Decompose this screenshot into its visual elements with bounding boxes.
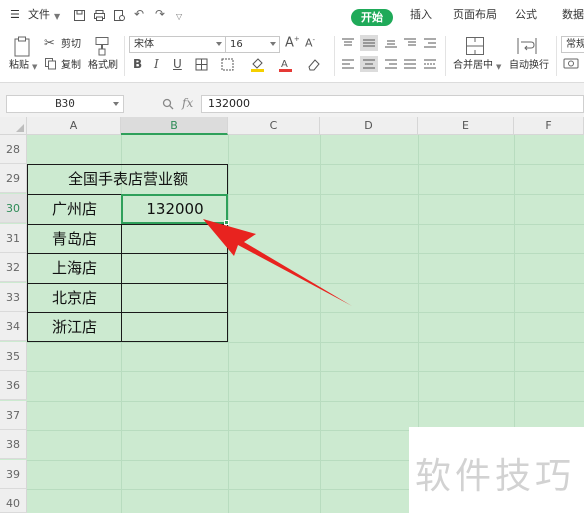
paste-label[interactable]: 粘贴: [9, 60, 29, 72]
insert-function-icon[interactable]: fx: [182, 96, 193, 110]
copy-label[interactable]: 复制: [61, 60, 81, 72]
font-color-icon[interactable]: A: [278, 57, 293, 72]
tab-home[interactable]: 开始: [351, 9, 393, 26]
font-size-chevron-icon: [270, 42, 276, 46]
font-size-select[interactable]: 16: [225, 36, 280, 53]
decrease-font-size-icon[interactable]: A-: [305, 36, 315, 50]
font-name-chevron-icon: [216, 42, 222, 46]
formula-input[interactable]: 132000: [201, 95, 584, 113]
font-name-select[interactable]: 宋体: [129, 36, 226, 53]
customize-toolbar-icon[interactable]: ▽: [176, 10, 182, 24]
align-center-icon[interactable]: [360, 56, 378, 72]
increase-font-size-icon[interactable]: A+: [285, 35, 300, 50]
cell-style-icon[interactable]: [221, 58, 234, 71]
align-left-icon[interactable]: [342, 59, 354, 69]
name-box-value: B30: [55, 97, 75, 110]
undo-icon[interactable]: ↶: [134, 7, 144, 21]
currency-format-icon[interactable]: [563, 57, 579, 70]
wrap-text-icon[interactable]: [516, 36, 538, 56]
align-middle-icon[interactable]: [360, 35, 378, 51]
copy-icon[interactable]: [44, 57, 57, 70]
fill-color-icon[interactable]: [250, 57, 265, 72]
indent-icon[interactable]: [424, 38, 436, 48]
tab-formulas[interactable]: 公式: [515, 8, 537, 22]
align-right-icon[interactable]: [385, 59, 397, 69]
tab-data[interactable]: 数据: [562, 8, 584, 22]
font-name-value: 宋体: [134, 39, 154, 50]
print-preview-icon[interactable]: [113, 9, 126, 22]
paste-icon[interactable]: [12, 36, 32, 58]
text-orientation-icon[interactable]: [404, 38, 416, 48]
spreadsheet-grid[interactable]: A B C D E F 28 29 30 31 32 33 34 35 36 3…: [0, 117, 584, 513]
file-menu-chevron-icon[interactable]: ▼: [54, 10, 60, 24]
italic-icon[interactable]: I: [154, 57, 159, 71]
tab-insert[interactable]: 插入: [410, 8, 432, 22]
borders-icon[interactable]: [195, 58, 208, 71]
ribbon-divider: [124, 36, 125, 76]
number-format-value: 常规: [566, 39, 584, 50]
redo-icon[interactable]: ↷: [155, 7, 165, 21]
menu-bar: ☰ 文件 ▼ ↶ ↷ ▽ 开始 插入 页面布局 公式 数据: [0, 0, 584, 30]
wrap-text-label[interactable]: 自动换行: [509, 60, 549, 72]
file-menu[interactable]: 文件: [28, 8, 50, 22]
bold-icon[interactable]: B: [133, 57, 142, 71]
underline-icon[interactable]: U: [173, 57, 182, 71]
align-top-icon[interactable]: [342, 38, 354, 48]
font-size-value: 16: [230, 39, 243, 50]
merge-center-label[interactable]: 合并居中: [453, 60, 493, 72]
format-painter-label[interactable]: 格式刷: [88, 60, 118, 72]
formula-bar: B30 fx 132000: [0, 82, 584, 117]
merge-center-icon[interactable]: [465, 36, 485, 56]
name-box-chevron-icon[interactable]: [113, 102, 119, 106]
svg-text:A: A: [281, 59, 288, 70]
annotation-arrow-shape: [203, 219, 352, 306]
ribbon: 粘贴 ▼ ✂ 剪切 复制 格式刷 宋体 16 A+ A- B I U A 合并居…: [0, 30, 584, 82]
merge-center-chevron-icon[interactable]: ▼: [496, 61, 501, 73]
clear-format-icon[interactable]: [307, 58, 321, 71]
watermark-text: 软件技巧: [415, 456, 576, 497]
align-bottom-icon[interactable]: [385, 38, 397, 48]
justify-icon[interactable]: [404, 59, 416, 69]
menu-icon[interactable]: ☰: [10, 8, 20, 22]
cut-label[interactable]: 剪切: [61, 39, 81, 51]
print-icon[interactable]: [93, 9, 106, 22]
search-icon[interactable]: [162, 98, 174, 110]
format-painter-icon[interactable]: [94, 36, 110, 56]
number-format-select[interactable]: 常规: [561, 36, 584, 53]
save-icon[interactable]: [73, 9, 86, 22]
ribbon-divider: [556, 36, 557, 76]
tab-page-layout[interactable]: 页面布局: [453, 8, 497, 22]
cut-icon[interactable]: ✂: [44, 36, 55, 51]
ribbon-divider: [334, 36, 335, 76]
name-box[interactable]: B30: [6, 95, 124, 113]
ribbon-divider: [445, 36, 446, 76]
paste-chevron-icon[interactable]: ▼: [32, 61, 37, 73]
distributed-align-icon[interactable]: [424, 59, 436, 69]
